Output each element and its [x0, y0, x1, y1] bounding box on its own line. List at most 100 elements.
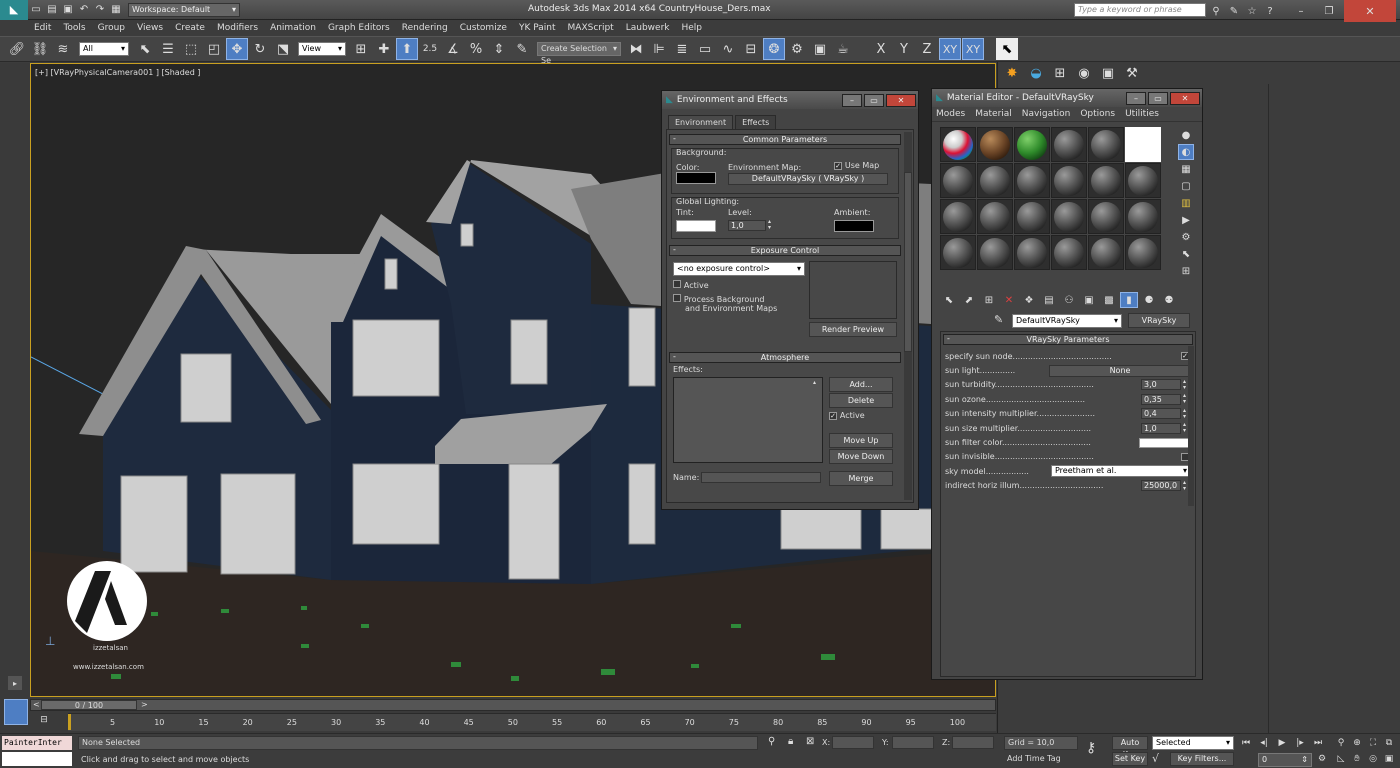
- open-mini-curve-editor-icon[interactable]: ⊟: [36, 713, 52, 727]
- zoom-icon[interactable]: ⚲: [1334, 736, 1348, 750]
- window-crossing-icon[interactable]: ◰: [203, 38, 225, 60]
- utilities-panel-icon[interactable]: ⚒: [1121, 62, 1143, 84]
- previous-frame-icon[interactable]: ◂|: [1256, 736, 1272, 750]
- key-icon[interactable]: ⚷: [1086, 740, 1096, 756]
- params-scrollbar[interactable]: [1188, 346, 1194, 506]
- time-slider[interactable]: < 0 / 100 >: [30, 699, 996, 711]
- hierarchy-panel-icon[interactable]: ⊞: [1049, 62, 1071, 84]
- redo-icon[interactable]: ↷: [92, 0, 108, 21]
- sample-type-icon[interactable]: ●: [1178, 127, 1194, 143]
- pivot-center-icon[interactable]: ⊞: [350, 38, 372, 60]
- select-manipulate-icon[interactable]: ✚: [373, 38, 395, 60]
- go-to-parent-icon[interactable]: ▮: [1120, 292, 1138, 308]
- unlink-icon[interactable]: ⛓︎: [29, 38, 51, 60]
- menu-help[interactable]: Help: [675, 20, 708, 36]
- assign-to-selection-icon[interactable]: ⊞: [980, 292, 998, 308]
- env-close-button[interactable]: ✕: [886, 93, 916, 107]
- tint-color-swatch[interactable]: [676, 220, 716, 232]
- link-icon[interactable]: 🔗︎: [6, 38, 28, 60]
- exposure-control-rollout[interactable]: - Exposure Control: [669, 245, 901, 256]
- material-sample-slot[interactable]: [940, 199, 976, 234]
- select-by-material-icon[interactable]: ⬉: [1178, 246, 1194, 262]
- material-sample-slot[interactable]: [1125, 127, 1161, 162]
- current-frame-field[interactable]: 0 ⇕: [1258, 753, 1312, 767]
- options-icon[interactable]: ⚙: [1178, 229, 1194, 245]
- orbit-icon[interactable]: ◎: [1366, 752, 1380, 766]
- material-sample-slot[interactable]: [1014, 235, 1050, 270]
- axis-z-button[interactable]: Z: [916, 38, 938, 60]
- param-color-swatch[interactable]: [1139, 437, 1191, 448]
- menu-rendering[interactable]: Rendering: [396, 20, 454, 36]
- material-sample-slot[interactable]: [1051, 199, 1087, 234]
- time-slider-prev-icon[interactable]: <: [33, 700, 40, 709]
- undo-icon[interactable]: ↶: [76, 0, 92, 21]
- material-editor-icon[interactable]: ❂: [763, 38, 785, 60]
- material-sample-slot[interactable]: [940, 163, 976, 198]
- atmosphere-rollout[interactable]: - Atmosphere: [669, 352, 901, 363]
- axis-xy-button[interactable]: XY: [939, 38, 961, 60]
- render-preview-button[interactable]: Render Preview: [809, 322, 897, 337]
- key-mode-dropdown[interactable]: Selected ▾: [1152, 736, 1234, 750]
- play-icon[interactable]: ▶: [1274, 736, 1290, 750]
- material-map-navigator-icon[interactable]: ⊞: [1178, 263, 1194, 279]
- render-production-icon[interactable]: ☕︎: [832, 38, 854, 60]
- max-toolbox-icon[interactable]: [4, 699, 28, 725]
- param-spinner[interactable]: 25000,0: [1141, 480, 1181, 492]
- material-sample-slot[interactable]: [977, 163, 1013, 198]
- background-pattern-icon[interactable]: ▦: [1178, 161, 1194, 177]
- maxscript-listener-2[interactable]: [2, 752, 72, 766]
- isolate-selection-icon[interactable]: ⚲: [768, 736, 775, 747]
- param-dropdown[interactable]: Preetham et al. ▾: [1051, 465, 1191, 478]
- edit-named-selection-icon[interactable]: ✎: [511, 38, 533, 60]
- mat-minimize-button[interactable]: –: [1126, 91, 1146, 105]
- put-to-scene-icon[interactable]: ⬈: [960, 292, 978, 308]
- mat-menu-options[interactable]: Options: [1080, 109, 1115, 119]
- env-scrollbar[interactable]: [904, 132, 912, 500]
- search-box[interactable]: Type a keyword or phrase: [1074, 3, 1206, 17]
- spinner-snap-icon[interactable]: ⇕: [488, 38, 510, 60]
- binoculars-icon[interactable]: ⚲: [1208, 0, 1224, 22]
- material-sample-slot[interactable]: [1088, 163, 1124, 198]
- material-sample-slot[interactable]: [1125, 163, 1161, 198]
- menu-edit[interactable]: Edit: [28, 20, 57, 36]
- delete-effect-button[interactable]: Delete: [829, 393, 893, 408]
- close-window-icon[interactable]: ✕: [1344, 0, 1396, 22]
- vraysky-parameters-rollout[interactable]: - VRaySky Parameters: [943, 334, 1193, 345]
- tab-environment[interactable]: Environment: [668, 115, 734, 129]
- reference-coordinate-dropdown[interactable]: View ▾: [298, 42, 346, 56]
- material-sample-slot[interactable]: [1088, 199, 1124, 234]
- workspace-dropdown[interactable]: Workspace: Default ▾: [128, 2, 240, 17]
- effect-name-input[interactable]: [701, 472, 821, 483]
- backlight-icon[interactable]: ◐: [1178, 144, 1194, 160]
- axis-xy-cycle-button[interactable]: XY: [962, 38, 984, 60]
- select-object-icon[interactable]: ⬉: [134, 38, 156, 60]
- selection-filter-dropdown[interactable]: All ▾: [79, 42, 129, 56]
- material-sample-slot[interactable]: [1014, 127, 1050, 162]
- reset-map-icon[interactable]: ✕: [1000, 292, 1018, 308]
- field-of-view-icon[interactable]: ◺: [1334, 752, 1348, 766]
- spinner-arrows-icon[interactable]: ▴ ▾: [768, 219, 771, 231]
- keyboard-shortcut-override-icon[interactable]: ⬆: [396, 38, 418, 60]
- menu-tools[interactable]: Tools: [57, 20, 91, 36]
- menu-group[interactable]: Group: [92, 20, 131, 36]
- move-icon[interactable]: ✥: [226, 38, 248, 60]
- rotate-icon[interactable]: ↻: [249, 38, 271, 60]
- material-name-field[interactable]: DefaultVRaySky ▾: [1012, 314, 1122, 328]
- z-coordinate-field[interactable]: [952, 736, 994, 749]
- time-slider-next-icon[interactable]: >: [141, 700, 148, 709]
- layer-manager-icon[interactable]: ≣: [671, 38, 693, 60]
- env-minimize-button[interactable]: –: [842, 93, 862, 107]
- material-sample-slot[interactable]: [977, 235, 1013, 270]
- pan-icon[interactable]: ✋︎: [1350, 752, 1364, 766]
- move-up-button[interactable]: Move Up: [829, 433, 893, 448]
- ribbon-icon[interactable]: ▭: [694, 38, 716, 60]
- help-icon[interactable]: ?: [1262, 0, 1278, 22]
- app-logo-icon[interactable]: ◣: [0, 0, 28, 20]
- ambient-color-swatch[interactable]: [834, 220, 874, 232]
- axis-x-button[interactable]: X: [870, 38, 892, 60]
- material-sample-slot[interactable]: [1014, 199, 1050, 234]
- mat-close-button[interactable]: ✕: [1170, 91, 1200, 105]
- use-map-checkbox[interactable]: ✓ Use Map: [834, 161, 879, 171]
- y-coordinate-field[interactable]: [892, 736, 934, 749]
- material-sample-slot[interactable]: [1088, 127, 1124, 162]
